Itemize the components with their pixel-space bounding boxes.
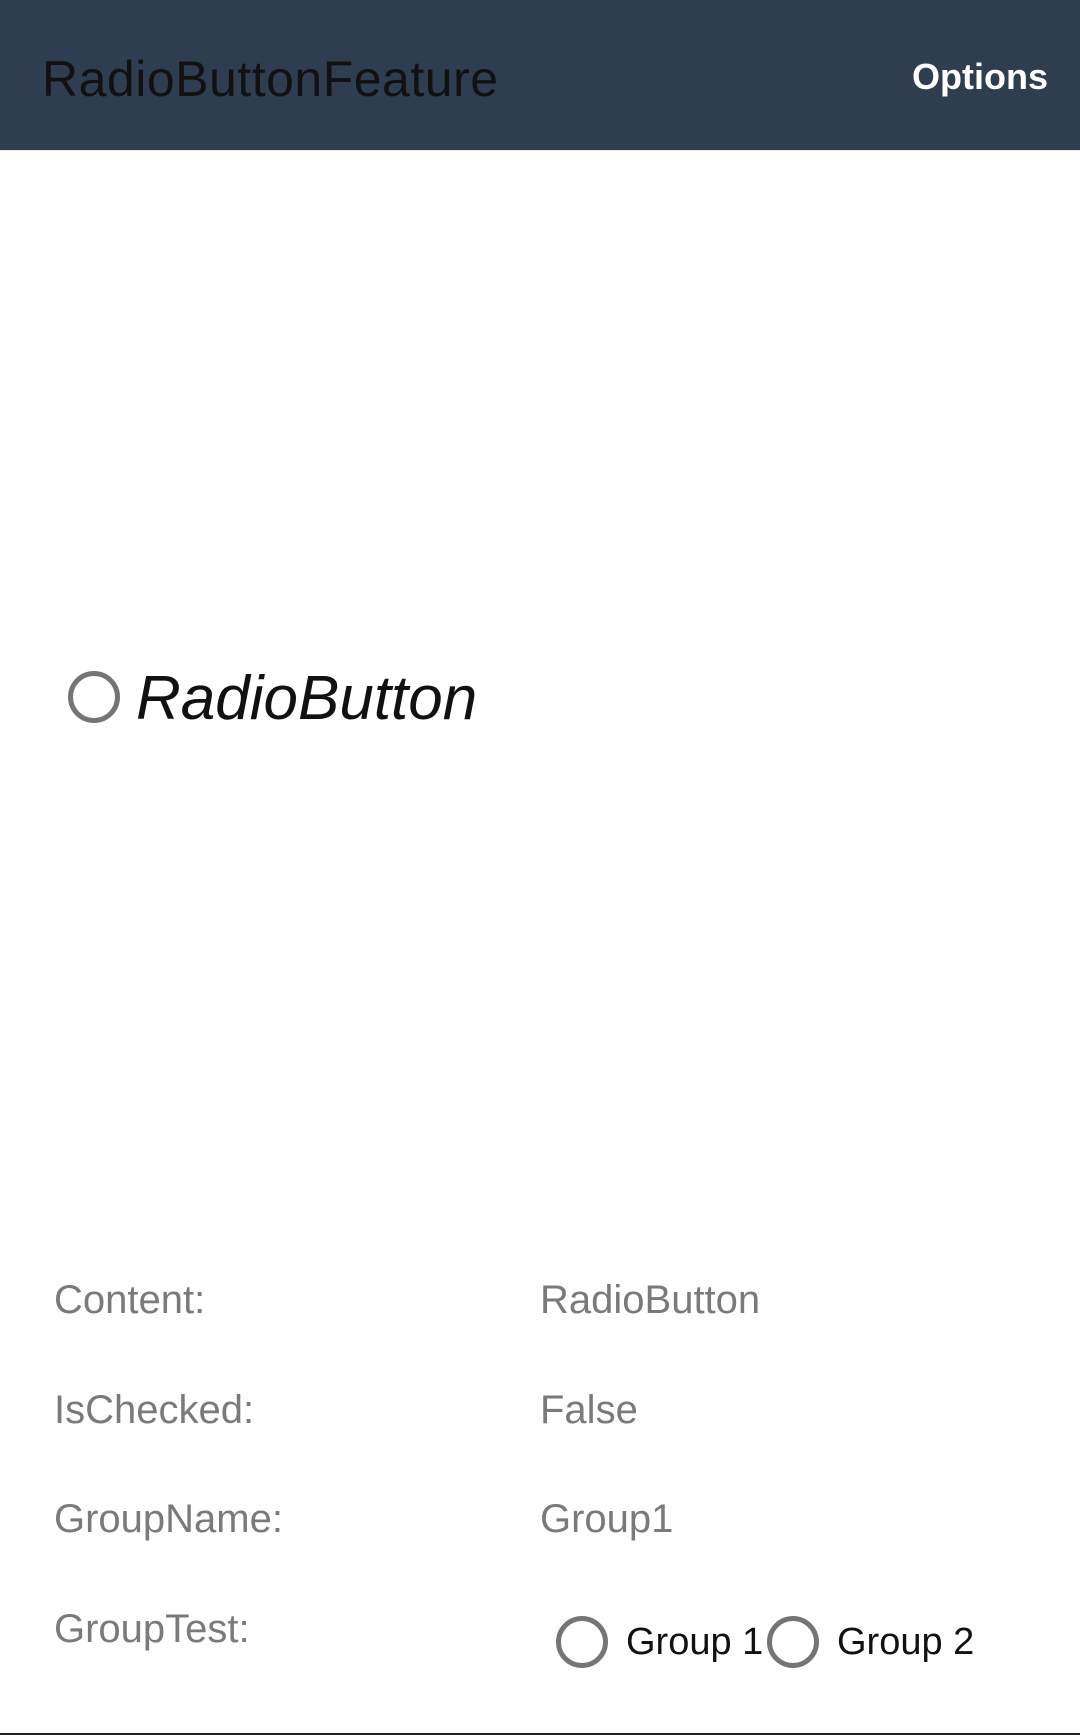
page-title: RadioButtonFeature — [42, 51, 499, 107]
radio-unchecked-icon[interactable] — [767, 1616, 819, 1668]
radio-unchecked-icon[interactable] — [556, 1616, 608, 1668]
content-label: Content: — [54, 1278, 206, 1322]
group-2-label[interactable]: Group 2 — [837, 1618, 974, 1666]
ischecked-label: IsChecked: — [54, 1388, 255, 1432]
groupname-value: Group1 — [540, 1497, 674, 1541]
ischecked-value: False — [540, 1388, 638, 1432]
grouptest-label: GroupTest: — [54, 1607, 250, 1651]
app-bar: RadioButtonFeature Options — [0, 0, 1080, 151]
options-menu-button[interactable]: Options — [912, 52, 1048, 102]
main-radio-label[interactable]: RadioButton — [136, 662, 477, 736]
group-1-label[interactable]: Group 1 — [626, 1618, 763, 1666]
radio-unchecked-icon[interactable] — [68, 671, 120, 723]
groupname-label: GroupName: — [54, 1497, 283, 1541]
content-value: RadioButton — [540, 1278, 761, 1322]
